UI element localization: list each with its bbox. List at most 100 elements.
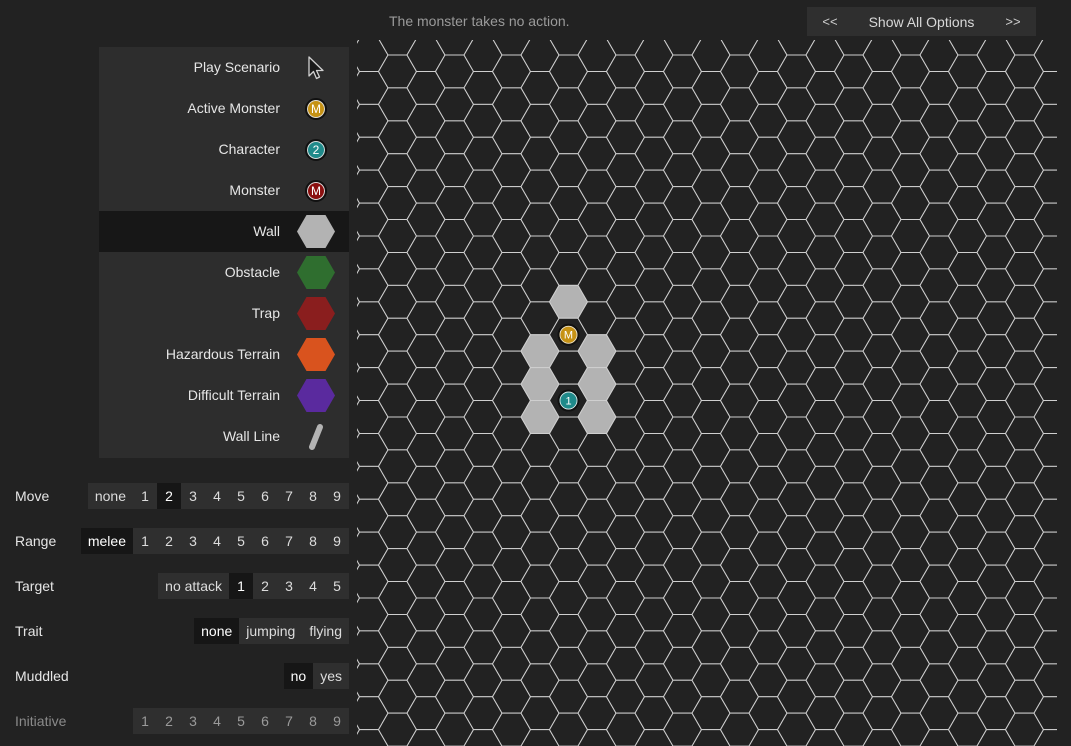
trait-control: Trait none jumping flying bbox=[0, 618, 350, 644]
move-option[interactable]: 1 bbox=[133, 483, 157, 509]
palette-item-label: Hazardous Terrain bbox=[165, 346, 280, 362]
character-icon: 2 bbox=[296, 132, 336, 167]
active-monster-token-label: M bbox=[564, 330, 573, 342]
initiative-option: 1 bbox=[141, 713, 149, 729]
trait-option[interactable]: none bbox=[194, 618, 240, 644]
show-all-options-button[interactable]: Show All Options bbox=[853, 14, 990, 30]
range-control: Range melee 1 2 3 4 5 6 7 8 9 bbox=[0, 528, 350, 554]
initiative-option: 7 bbox=[285, 713, 293, 729]
move-options: none 1 2 3 4 5 6 7 8 9 bbox=[87, 483, 349, 509]
status-message: The monster takes no action. bbox=[389, 13, 570, 29]
initiative-option: 9 bbox=[333, 713, 341, 729]
character-token-label: 1 bbox=[565, 396, 571, 408]
target-control: Target no attack 1 2 3 4 5 bbox=[0, 573, 350, 599]
character-token[interactable]: 1 bbox=[557, 389, 580, 412]
range-option[interactable]: melee bbox=[80, 528, 133, 554]
initiative-options: 123456789 bbox=[133, 708, 349, 734]
palette-item-hazardous-terrain[interactable]: Hazardous Terrain bbox=[99, 334, 349, 375]
palette-item-label: Difficult Terrain bbox=[187, 387, 280, 403]
trait-option[interactable]: jumping bbox=[239, 618, 302, 644]
muddled-option[interactable]: no bbox=[283, 663, 314, 689]
palette-item-label: Play Scenario bbox=[193, 59, 280, 75]
initiative-option: 2 bbox=[165, 713, 173, 729]
muddled-label: Muddled bbox=[15, 668, 69, 684]
range-option[interactable]: 1 bbox=[133, 528, 157, 554]
range-label: Range bbox=[15, 533, 57, 549]
next-button[interactable]: >> bbox=[990, 14, 1036, 29]
palette-item-label: Wall bbox=[253, 223, 280, 239]
range-option[interactable]: 6 bbox=[253, 528, 277, 554]
cursor-icon bbox=[296, 50, 336, 85]
move-option[interactable]: 7 bbox=[277, 483, 301, 509]
move-label: Move bbox=[15, 488, 50, 504]
target-option[interactable]: 1 bbox=[229, 573, 253, 599]
palette-item-label: Active Monster bbox=[187, 100, 280, 116]
muddled-options: no yes bbox=[283, 663, 349, 689]
move-option[interactable]: 4 bbox=[205, 483, 229, 509]
move-option[interactable]: 5 bbox=[229, 483, 253, 509]
initiative-option: 3 bbox=[189, 713, 197, 729]
hazard-hex-icon bbox=[296, 337, 336, 372]
palette-item-label: Monster bbox=[229, 182, 280, 198]
palette-item-active-monster[interactable]: Active Monster M bbox=[99, 88, 349, 129]
range-option[interactable]: 3 bbox=[181, 528, 205, 554]
palette-item-label: Character bbox=[218, 141, 280, 157]
palette-item-difficult-terrain[interactable]: Difficult Terrain bbox=[99, 375, 349, 416]
initiative-option: 6 bbox=[261, 713, 269, 729]
target-option[interactable]: no attack bbox=[158, 573, 229, 599]
range-option[interactable]: 2 bbox=[157, 528, 181, 554]
target-option[interactable]: 2 bbox=[253, 573, 277, 599]
palette-item-character[interactable]: Character 2 bbox=[99, 129, 349, 170]
wall-line-icon bbox=[296, 419, 336, 454]
palette-item-monster[interactable]: Monster M bbox=[99, 170, 349, 211]
tool-palette: Play Scenario Active Monster M Character 2 Mo… bbox=[99, 47, 349, 458]
target-option[interactable]: 5 bbox=[325, 573, 349, 599]
range-option[interactable]: 8 bbox=[301, 528, 325, 554]
palette-item-label: Trap bbox=[251, 305, 280, 321]
monster-icon: M bbox=[296, 173, 336, 208]
trait-label: Trait bbox=[15, 623, 43, 639]
options-navigator: << Show All Options >> bbox=[807, 7, 1036, 36]
move-control: Move none 1 2 3 4 5 6 7 8 9 bbox=[0, 483, 350, 509]
palette-item-label: Obstacle bbox=[224, 264, 280, 280]
previous-button[interactable]: << bbox=[807, 14, 853, 29]
active-monster-icon: M bbox=[296, 91, 336, 126]
palette-token-text: M bbox=[305, 179, 327, 202]
obstacle-hex-icon bbox=[296, 255, 336, 290]
target-options: no attack 1 2 3 4 5 bbox=[158, 573, 349, 599]
target-option[interactable]: 3 bbox=[277, 573, 301, 599]
initiative-control: Initiative 1 2 3 4 5 6 7 8 9 bbox=[0, 708, 350, 734]
difficult-hex-icon bbox=[296, 378, 336, 413]
move-option[interactable]: 3 bbox=[181, 483, 205, 509]
palette-item-wall[interactable]: Wall bbox=[99, 211, 349, 252]
trap-hex-icon bbox=[296, 296, 336, 331]
move-option[interactable]: 8 bbox=[301, 483, 325, 509]
palette-item-play-scenario[interactable]: Play Scenario bbox=[99, 47, 349, 88]
target-label: Target bbox=[15, 578, 54, 594]
palette-item-wall-line[interactable]: Wall Line bbox=[99, 416, 349, 457]
palette-item-label: Wall Line bbox=[222, 428, 280, 444]
target-option[interactable]: 4 bbox=[301, 573, 325, 599]
move-option[interactable]: 6 bbox=[253, 483, 277, 509]
muddled-option[interactable]: yes bbox=[313, 663, 349, 689]
range-option[interactable]: 9 bbox=[325, 528, 349, 554]
initiative-label: Initiative bbox=[15, 713, 67, 729]
wall-hex-icon bbox=[296, 214, 336, 249]
move-option[interactable]: 2 bbox=[157, 483, 181, 509]
initiative-option: 5 bbox=[237, 713, 245, 729]
palette-item-obstacle[interactable]: Obstacle bbox=[99, 252, 349, 293]
initiative-option: 4 bbox=[213, 713, 221, 729]
active-monster-token[interactable]: M bbox=[557, 323, 580, 346]
trait-option[interactable]: flying bbox=[302, 618, 349, 644]
muddled-control: Muddled no yes bbox=[0, 663, 350, 689]
palette-token-text: 2 bbox=[305, 138, 327, 161]
hex-board[interactable]: M1 bbox=[357, 40, 1057, 746]
initiative-option: 8 bbox=[309, 713, 317, 729]
range-option[interactable]: 5 bbox=[229, 528, 253, 554]
move-option[interactable]: none bbox=[88, 483, 133, 509]
range-options: melee 1 2 3 4 5 6 7 8 9 bbox=[80, 528, 349, 554]
move-option[interactable]: 9 bbox=[325, 483, 349, 509]
range-option[interactable]: 4 bbox=[205, 528, 229, 554]
palette-item-trap[interactable]: Trap bbox=[99, 293, 349, 334]
range-option[interactable]: 7 bbox=[277, 528, 301, 554]
